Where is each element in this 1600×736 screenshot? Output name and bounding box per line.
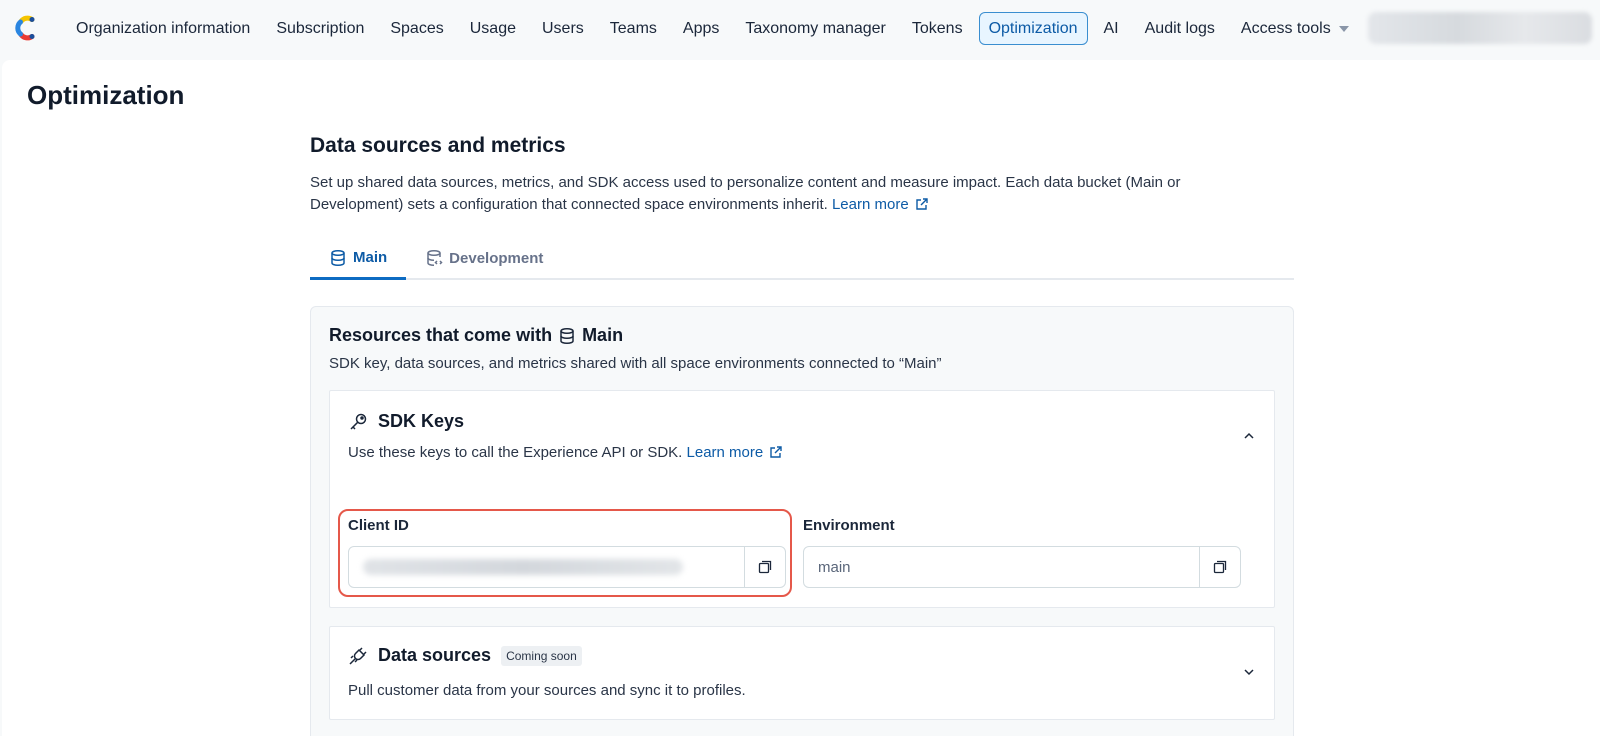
nav-item-ai[interactable]: AI <box>1094 12 1129 45</box>
resources-description: SDK key, data sources, and metrics share… <box>329 355 942 372</box>
bucket-tabs: Main Development <box>310 238 1294 280</box>
nav-item-audit-logs[interactable]: Audit logs <box>1135 12 1225 45</box>
chevron-up-icon[interactable] <box>1242 429 1256 443</box>
data-sources-description: Pull customer data from your sources and… <box>348 682 746 699</box>
nav-item-label: Users <box>541 19 584 37</box>
key-icon <box>350 413 367 430</box>
nav-items: Organization information Subscription Spac… <box>66 12 1365 45</box>
account-menu[interactable] <box>1368 12 1592 44</box>
learn-more-link[interactable]: Learn more <box>832 196 929 213</box>
nav-item-apps[interactable]: Apps <box>673 12 729 45</box>
sdk-keys-description: Use these keys to call the Experience AP… <box>348 444 783 461</box>
client-id-label: Client ID <box>348 517 409 534</box>
nav-item-label: Organization information <box>76 19 251 37</box>
client-id-field <box>348 546 786 588</box>
tab-development[interactable]: Development <box>406 238 562 278</box>
top-navigation: Organization information Subscription Spac… <box>0 0 1600 58</box>
data-sources-header[interactable]: Data sources Coming soon <box>348 645 582 666</box>
tab-development-label: Development <box>449 249 544 267</box>
database-icon <box>331 249 345 266</box>
nav-item-tokens[interactable]: Tokens <box>902 12 973 45</box>
client-id-redacted-value <box>363 559 683 575</box>
database-icon <box>560 327 574 344</box>
nav-item-label: AI <box>1103 19 1119 37</box>
nav-item-label: Optimization <box>988 19 1078 37</box>
external-link-icon <box>770 446 782 458</box>
copy-icon <box>1213 560 1227 574</box>
nav-item-usage[interactable]: Usage <box>460 12 526 45</box>
resources-card: Resources that come with Main SDK key, d… <box>310 306 1294 736</box>
sdk-learn-more-link[interactable]: Learn more <box>687 444 784 461</box>
nav-item-spaces[interactable]: Spaces <box>380 12 453 45</box>
sdk-keys-description-text: Use these keys to call the Experience AP… <box>348 444 683 461</box>
client-id-copy-button[interactable] <box>744 547 785 587</box>
nav-item-label: Teams <box>609 19 657 37</box>
section-description-text: Set up shared data sources, metrics, and… <box>310 174 1181 213</box>
data-sources-panel: Data sources Coming soon Pull customer d… <box>329 626 1275 720</box>
contentful-logo-icon[interactable] <box>12 14 38 42</box>
nav-item-optimization[interactable]: Optimization <box>978 12 1088 45</box>
caret-down-icon <box>1338 25 1349 32</box>
external-link-icon <box>915 198 928 210</box>
nav-item-label: Subscription <box>276 19 365 37</box>
resources-title-prefix: Resources that come with <box>329 325 553 345</box>
data-sources-title: Data sources <box>378 645 492 665</box>
resources-title-bucket: Main <box>582 325 624 345</box>
page-title: Optimization <box>27 80 185 110</box>
copy-icon <box>758 560 772 574</box>
nav-item-teams[interactable]: Teams <box>600 12 667 45</box>
learn-more-label: Learn more <box>831 196 909 213</box>
environment-field: main <box>803 546 1241 588</box>
resources-title: Resources that come with Main <box>329 325 1275 346</box>
tab-main-label: Main <box>353 249 388 266</box>
client-id-input[interactable] <box>349 547 744 587</box>
nav-item-label: Taxonomy manager <box>745 19 886 37</box>
database-code-icon <box>427 249 443 267</box>
nav-item-subscription[interactable]: Subscription <box>266 12 374 45</box>
content: Data sources and metrics Set up shared d… <box>310 134 1294 736</box>
sdk-learn-more-label: Learn more <box>686 444 764 461</box>
main-panel: Optimization Data sources and metrics Se… <box>2 60 1600 736</box>
sdk-keys-header[interactable]: SDK Keys <box>348 411 464 432</box>
environment-label: Environment <box>803 517 895 534</box>
nav-item-label: Usage <box>469 19 516 37</box>
coming-soon-badge: Coming soon <box>501 645 582 666</box>
environment-copy-button[interactable] <box>1199 547 1240 587</box>
nav-item-label: Tokens <box>911 19 963 37</box>
plug-icon <box>349 646 367 665</box>
section-description: Set up shared data sources, metrics, and… <box>310 172 1230 216</box>
chevron-down-icon[interactable] <box>1242 665 1256 679</box>
environment-input[interactable]: main <box>804 547 1199 587</box>
nav-item-access-tools[interactable]: Access tools <box>1231 12 1359 45</box>
sdk-keys-panel: SDK Keys Use these keys to call the Expe… <box>329 390 1275 608</box>
nav-item-organization-information[interactable]: Organization information <box>66 12 260 45</box>
nav-item-label: Spaces <box>390 19 444 37</box>
section-title: Data sources and metrics <box>310 134 566 157</box>
tab-main[interactable]: Main <box>310 238 407 280</box>
nav-item-taxonomy-manager[interactable]: Taxonomy manager <box>735 12 896 45</box>
nav-item-users[interactable]: Users <box>532 12 594 45</box>
sdk-keys-title: SDK Keys <box>378 411 465 431</box>
nav-item-label: Access tools <box>1240 19 1331 37</box>
nav-item-label: Apps <box>682 19 720 37</box>
nav-item-label: Audit logs <box>1144 19 1215 37</box>
